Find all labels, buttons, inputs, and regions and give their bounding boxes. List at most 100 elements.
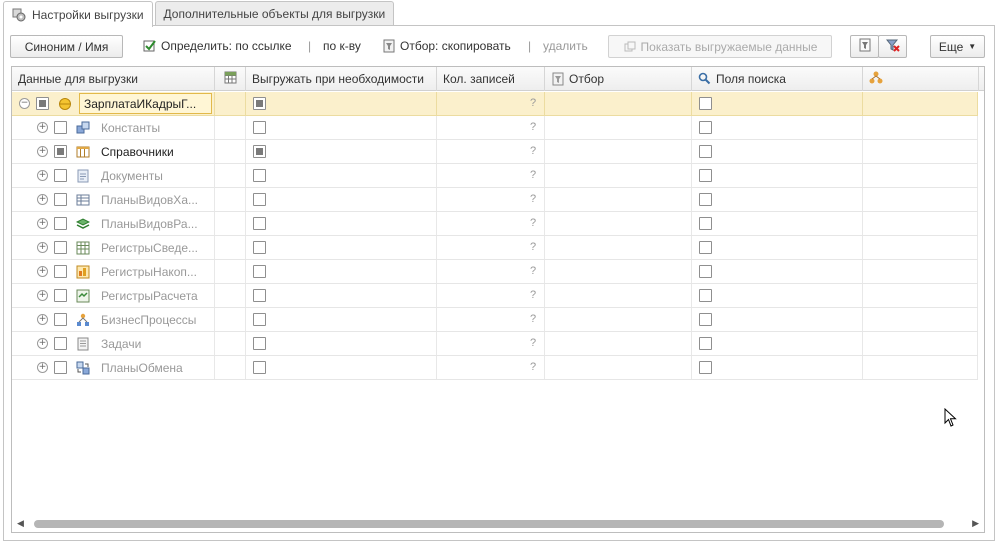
export-if-needed-checkbox[interactable] bbox=[253, 217, 266, 230]
expand-icon[interactable]: + bbox=[37, 242, 48, 253]
grid-cell bbox=[863, 236, 978, 259]
search-fields-checkbox[interactable] bbox=[699, 361, 712, 374]
export-if-needed-checkbox[interactable] bbox=[253, 169, 266, 182]
tree-row[interactable]: + ПланыВидовРа...? bbox=[12, 212, 978, 236]
collapse-icon[interactable]: − bbox=[19, 98, 30, 109]
search-fields-checkbox[interactable] bbox=[699, 145, 712, 158]
clear-filter-button[interactable] bbox=[878, 35, 907, 58]
export-checkbox[interactable] bbox=[54, 145, 67, 158]
column-header-data[interactable]: Данные для выгрузки bbox=[12, 67, 215, 91]
tree-row[interactable]: + Справочники? bbox=[12, 140, 978, 164]
grid-cell bbox=[215, 164, 246, 187]
grid-cell bbox=[545, 116, 692, 139]
search-fields-checkbox[interactable] bbox=[699, 121, 712, 134]
synonym-name-button[interactable]: Синоним / Имя bbox=[10, 35, 123, 58]
tree-row[interactable]: − ЗарплатаИКадрыГ...? bbox=[12, 92, 978, 116]
scroll-left-icon[interactable]: ◀ bbox=[17, 518, 24, 529]
expand-icon[interactable]: + bbox=[37, 218, 48, 229]
column-header-hierarchy[interactable] bbox=[863, 67, 979, 91]
column-header-filter[interactable]: Отбор bbox=[545, 67, 692, 91]
by-count-button[interactable]: по к-ву bbox=[323, 39, 361, 53]
grid-cell bbox=[215, 212, 246, 235]
expand-icon[interactable]: + bbox=[37, 122, 48, 133]
export-data-tree[interactable]: Данные для выгрузки Выгружать при необхо… bbox=[11, 66, 985, 533]
export-if-needed-checkbox[interactable] bbox=[253, 313, 266, 326]
scroll-right-icon[interactable]: ▶ bbox=[972, 518, 979, 529]
grid-header: Данные для выгрузки Выгружать при необхо… bbox=[12, 67, 984, 91]
column-header-export-if-needed[interactable]: Выгружать при необходимости bbox=[246, 67, 437, 91]
search-fields-checkbox[interactable] bbox=[699, 241, 712, 254]
expand-icon[interactable]: + bbox=[37, 170, 48, 181]
export-checkbox[interactable] bbox=[54, 121, 67, 134]
expand-icon[interactable]: + bbox=[37, 314, 48, 325]
expand-icon[interactable]: + bbox=[37, 290, 48, 301]
tab-export-settings[interactable]: Настройки выгрузки bbox=[3, 1, 153, 27]
more-button[interactable]: Еще ▼ bbox=[930, 35, 985, 58]
search-fields-checkbox[interactable] bbox=[699, 97, 712, 110]
constants-icon bbox=[76, 121, 90, 134]
export-checkbox[interactable] bbox=[54, 337, 67, 350]
export-checkbox[interactable] bbox=[54, 217, 67, 230]
export-if-needed-checkbox[interactable] bbox=[253, 193, 266, 206]
export-checkbox[interactable] bbox=[54, 241, 67, 254]
search-fields-checkbox[interactable] bbox=[699, 217, 712, 230]
tree-row[interactable]: + ПланыВидовХа...? bbox=[12, 188, 978, 212]
export-if-needed-checkbox[interactable] bbox=[253, 265, 266, 278]
records-count-value: ? bbox=[530, 193, 537, 205]
tree-row[interactable]: + Константы? bbox=[12, 116, 978, 140]
search-fields-checkbox[interactable] bbox=[699, 265, 712, 278]
search-fields-checkbox[interactable] bbox=[699, 193, 712, 206]
grid-cell bbox=[437, 188, 545, 211]
delete-button[interactable]: удалить bbox=[543, 39, 588, 53]
tree-row[interactable]: + ПланыОбмена? bbox=[12, 356, 978, 380]
grid-cell bbox=[545, 212, 692, 235]
expand-icon[interactable]: + bbox=[37, 362, 48, 373]
tree-row[interactable]: + РегистрыСведе...? bbox=[12, 236, 978, 260]
export-checkbox[interactable] bbox=[54, 265, 67, 278]
export-checkbox[interactable] bbox=[54, 361, 67, 374]
export-if-needed-checkbox[interactable] bbox=[253, 241, 266, 254]
scrollbar-thumb[interactable] bbox=[34, 520, 944, 528]
column-header-records-count[interactable]: Кол. записей bbox=[437, 67, 545, 91]
search-fields-checkbox[interactable] bbox=[699, 169, 712, 182]
grid-cell bbox=[545, 332, 692, 355]
search-fields-checkbox[interactable] bbox=[699, 337, 712, 350]
row-label-edit[interactable]: ЗарплатаИКадрыГ... bbox=[79, 93, 212, 114]
export-checkbox[interactable] bbox=[54, 193, 67, 206]
horizontal-scrollbar[interactable]: ◀ ▶ bbox=[12, 516, 984, 532]
export-if-needed-checkbox[interactable] bbox=[253, 361, 266, 374]
tree-row[interactable]: + РегистрыРасчета? bbox=[12, 284, 978, 308]
grid-cell bbox=[246, 140, 437, 163]
grid-cell bbox=[692, 308, 863, 331]
export-if-needed-checkbox[interactable] bbox=[253, 145, 266, 158]
column-header-table-icon[interactable] bbox=[215, 67, 246, 91]
expand-icon[interactable]: + bbox=[37, 266, 48, 277]
grid-cell bbox=[863, 188, 978, 211]
export-checkbox[interactable] bbox=[54, 313, 67, 326]
tree-row[interactable]: + Задачи? bbox=[12, 332, 978, 356]
export-if-needed-checkbox[interactable] bbox=[253, 289, 266, 302]
column-header-search-fields[interactable]: Поля поиска bbox=[692, 67, 863, 91]
export-checkbox[interactable] bbox=[54, 289, 67, 302]
show-export-data-button[interactable]: Показать выгружаемые данные bbox=[608, 35, 832, 58]
expand-icon[interactable]: + bbox=[37, 194, 48, 205]
search-fields-checkbox[interactable] bbox=[699, 313, 712, 326]
records-count-value: ? bbox=[530, 361, 537, 373]
export-if-needed-checkbox[interactable] bbox=[253, 121, 266, 134]
filter-copy-button[interactable]: Отбор: скопировать bbox=[382, 39, 511, 53]
tree-row[interactable]: + БизнесПроцессы? bbox=[12, 308, 978, 332]
expand-icon[interactable]: + bbox=[37, 146, 48, 157]
tree-row[interactable]: + Документы? bbox=[12, 164, 978, 188]
tree-row[interactable]: + РегистрыНакоп...? bbox=[12, 260, 978, 284]
row-label: ПланыВидовРа... bbox=[101, 217, 198, 231]
define-by-ref-button[interactable]: Определить: по ссылке bbox=[143, 39, 292, 53]
export-checkbox[interactable] bbox=[36, 97, 49, 110]
grid-cell bbox=[215, 284, 246, 307]
export-if-needed-checkbox[interactable] bbox=[253, 337, 266, 350]
tab-additional-objects[interactable]: Дополнительные объекты для выгрузки bbox=[154, 1, 395, 26]
filter-button[interactable] bbox=[850, 35, 879, 58]
expand-icon[interactable]: + bbox=[37, 338, 48, 349]
export-checkbox[interactable] bbox=[54, 169, 67, 182]
export-if-needed-checkbox[interactable] bbox=[253, 97, 266, 110]
search-fields-checkbox[interactable] bbox=[699, 289, 712, 302]
